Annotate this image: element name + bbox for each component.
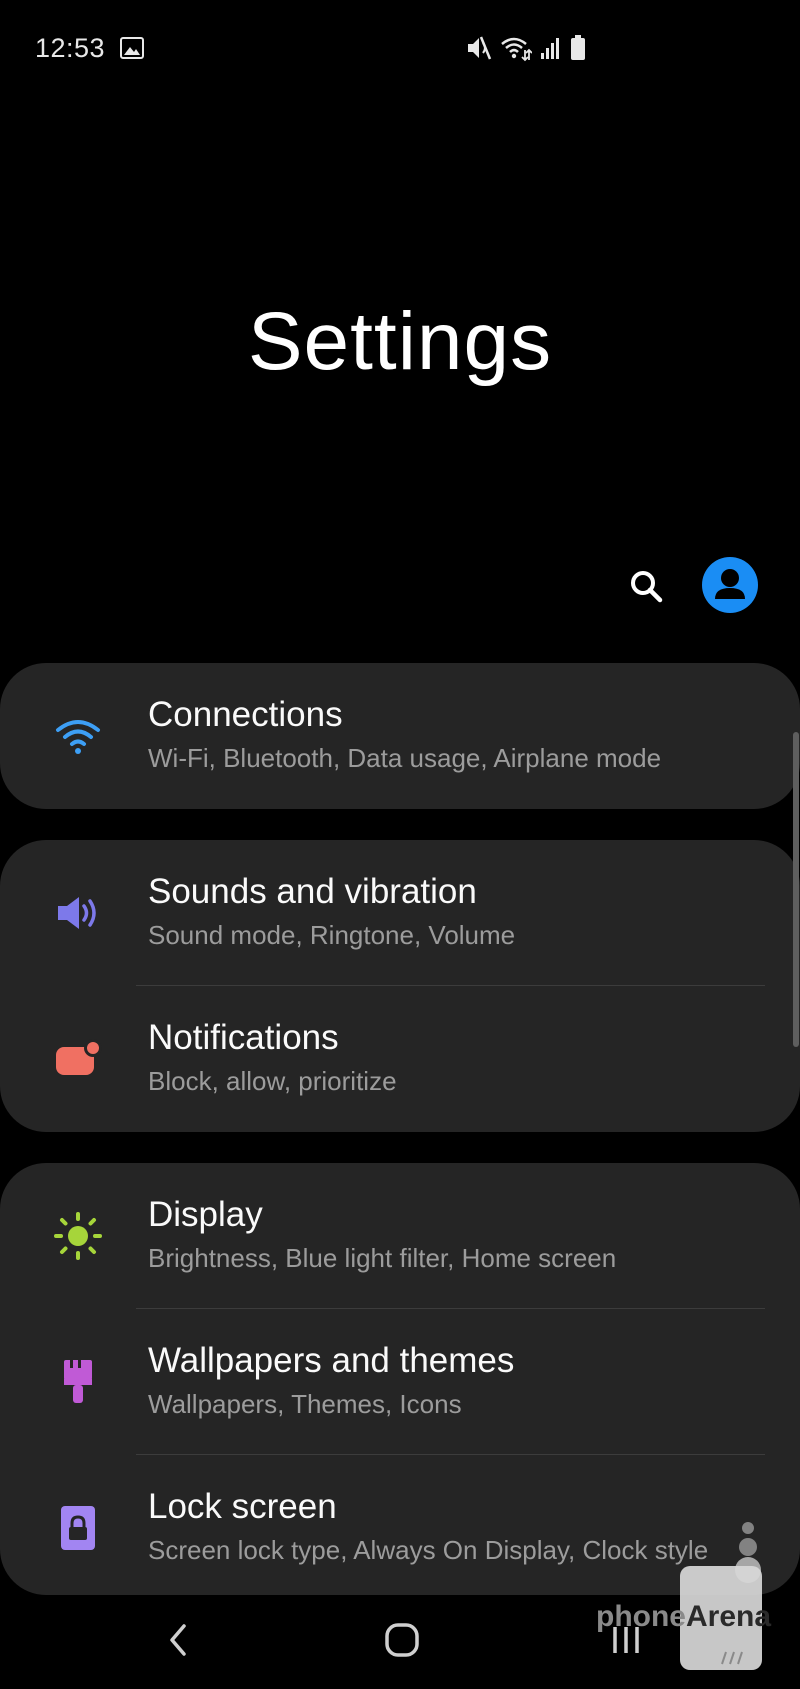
settings-item-sounds-and-vibration[interactable]: Sounds and vibration Sound mode, Rington… — [0, 840, 800, 986]
watermark-part2: Arena — [686, 1600, 772, 1633]
page-title: Settings — [247, 296, 553, 387]
scrollbar[interactable] — [793, 732, 799, 1047]
wifi-icon — [501, 37, 532, 62]
wifi-icon — [50, 708, 106, 764]
status-time: 12:53 — [35, 33, 106, 63]
item-subtitle: Wi-Fi, Bluetooth, Data usage, Airplane m… — [148, 743, 662, 773]
item-subtitle: Brightness, Blue light filter, Home scre… — [148, 1243, 617, 1273]
speaker-icon — [50, 885, 106, 941]
item-subtitle: Wallpapers, Themes, Icons — [148, 1389, 462, 1419]
item-title: Sounds and vibration — [148, 872, 477, 911]
paint-brush-icon — [50, 1354, 106, 1410]
settings-group-sounds: Sounds and vibration Sound mode, Rington… — [0, 840, 800, 1132]
settings-group-connections: Connections Wi-Fi, Bluetooth, Data usage… — [0, 663, 800, 809]
signal-icon — [541, 38, 559, 59]
search-button[interactable] — [622, 562, 670, 610]
settings-item-connections[interactable]: Connections Wi-Fi, Bluetooth, Data usage… — [0, 663, 800, 809]
battery-icon — [571, 35, 585, 60]
brightness-icon — [50, 1208, 106, 1264]
settings-item-wallpapers-and-themes[interactable]: Wallpapers and themes Wallpapers, Themes… — [0, 1309, 800, 1455]
account-icon — [715, 569, 745, 599]
watermark-part1: phone — [596, 1600, 686, 1633]
settings-item-notifications[interactable]: Notifications Block, allow, prioritize — [0, 986, 800, 1132]
search-icon — [631, 571, 663, 603]
item-title: Wallpapers and themes — [148, 1341, 515, 1380]
settings-item-display[interactable]: Display Brightness, Blue light filter, H… — [0, 1163, 800, 1309]
back-icon — [170, 1624, 186, 1656]
profile-button[interactable] — [702, 557, 758, 613]
item-title: Display — [148, 1195, 263, 1234]
item-title: Connections — [148, 695, 343, 734]
home-icon — [385, 1623, 419, 1657]
item-title: Lock screen — [148, 1487, 337, 1526]
watermark-text: phoneArena — [596, 1600, 771, 1634]
gallery-icon — [120, 37, 144, 59]
status-bar: 12:53 — [0, 0, 800, 100]
item-subtitle: Block, allow, prioritize — [148, 1066, 397, 1096]
notification-badge-icon — [50, 1031, 106, 1087]
mute-icon — [468, 36, 492, 60]
item-subtitle: Sound mode, Ringtone, Volume — [148, 920, 516, 950]
lock-icon — [50, 1500, 106, 1556]
back-button[interactable] — [148, 1615, 208, 1665]
phonearena-logo — [680, 1522, 762, 1670]
home-button[interactable] — [372, 1615, 432, 1665]
item-title: Notifications — [148, 1018, 339, 1057]
